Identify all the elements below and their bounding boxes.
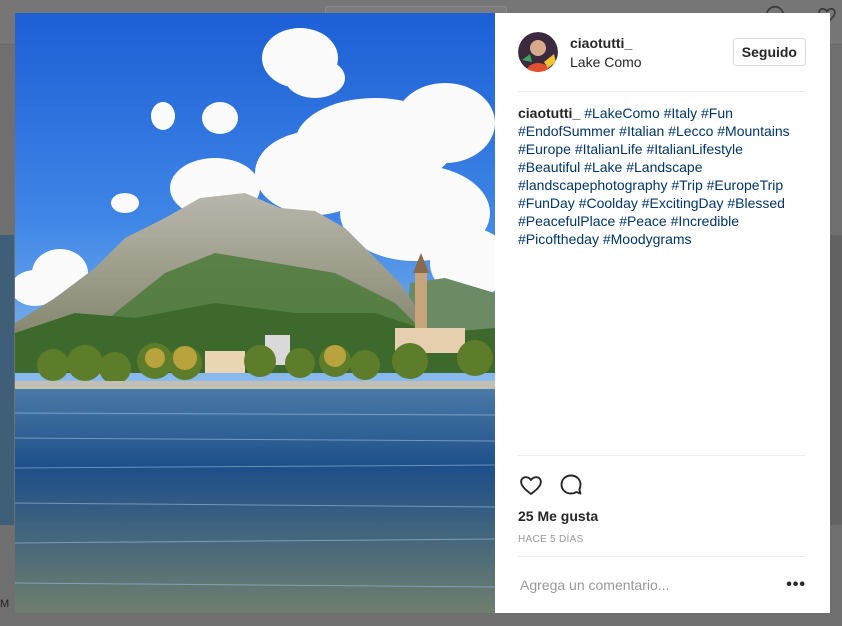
post-photo[interactable]	[15, 13, 495, 613]
post-username[interactable]: ciaotutti_	[570, 35, 642, 51]
hashtag-link[interactable]: #Peace	[619, 213, 666, 229]
post-sidebar: ciaotutti_ Lake Como Seguido ciaotutti_ #…	[495, 13, 830, 613]
hashtag-link[interactable]: #Landscape	[626, 159, 702, 175]
hashtag-link[interactable]: #EuropeTrip	[707, 177, 784, 193]
hashtag-link[interactable]: #FunDay	[518, 195, 575, 211]
caption-author[interactable]: ciaotutti_	[518, 105, 580, 121]
background-thumbnail	[830, 235, 842, 525]
hashtag-link[interactable]: #Moodygrams	[603, 231, 692, 247]
hashtag-link[interactable]: #Picoftheday	[518, 231, 599, 247]
hashtag-link[interactable]: #Europe	[518, 141, 571, 157]
heart-icon[interactable]	[518, 472, 544, 498]
background-thumbnail	[0, 235, 14, 525]
post-location[interactable]: Lake Como	[570, 54, 642, 70]
hashtag-link[interactable]: #Italy	[664, 105, 697, 121]
caption-hashtags: #LakeComo #Italy #Fun #EndofSummer #Ital…	[518, 105, 790, 247]
following-button[interactable]: Seguido	[732, 38, 806, 66]
post-footer: 25 Me gusta HACE 5 DÍAS •••	[518, 455, 806, 613]
avatar-image	[518, 32, 558, 72]
hashtag-link[interactable]: #Fun	[701, 105, 733, 121]
comment-input[interactable]	[518, 576, 762, 594]
post-author-info: ciaotutti_ Lake Como	[570, 35, 642, 70]
hashtag-link[interactable]: #Beautiful	[518, 159, 580, 175]
hashtag-link[interactable]: #EndofSummer	[518, 123, 615, 139]
hashtag-link[interactable]: #Trip	[671, 177, 702, 193]
comment-icon[interactable]	[558, 472, 584, 498]
post-actions	[518, 455, 806, 498]
hashtag-link[interactable]: #Incredible	[671, 213, 740, 229]
more-options-button[interactable]: •••	[786, 576, 806, 594]
post-timestamp[interactable]: HACE 5 DÍAS	[518, 534, 806, 545]
post-caption: ciaotutti_ #LakeComo #Italy #Fun #EndofSu…	[518, 104, 806, 248]
hashtag-link[interactable]: #Lecco	[668, 123, 713, 139]
likes-count[interactable]: 25 Me gusta	[518, 508, 806, 524]
hashtag-link[interactable]: #Mountains	[717, 123, 789, 139]
hashtag-link[interactable]: #PeacefulPlace	[518, 213, 615, 229]
hashtag-link[interactable]: #Blessed	[727, 195, 785, 211]
hashtag-link[interactable]: #landscapephotography	[518, 177, 667, 193]
hashtag-link[interactable]: #ItalianLife	[575, 141, 643, 157]
comment-row: •••	[518, 556, 806, 613]
post-header: ciaotutti_ Lake Como Seguido	[518, 13, 806, 92]
hashtag-link[interactable]: #ExcitingDay	[642, 195, 724, 211]
lake-como-photo	[15, 13, 495, 613]
avatar[interactable]	[518, 32, 558, 72]
hashtag-link[interactable]: #Coolday	[579, 195, 638, 211]
hashtag-link[interactable]: #Lake	[584, 159, 622, 175]
post-modal: ciaotutti_ Lake Como Seguido ciaotutti_ #…	[15, 13, 830, 613]
hashtag-link[interactable]: #ItalianLifestyle	[646, 141, 743, 157]
hashtag-link[interactable]: #LakeComo	[584, 105, 660, 121]
background-text: M	[0, 598, 10, 610]
hashtag-link[interactable]: #Italian	[619, 123, 664, 139]
